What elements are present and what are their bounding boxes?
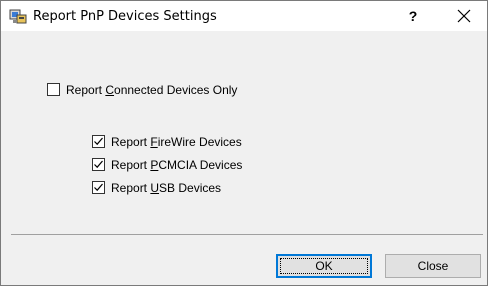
checkbox-label: Report FireWire Devices bbox=[111, 135, 242, 149]
window-title: Report PnP Devices Settings bbox=[33, 9, 217, 24]
checkbox-box[interactable] bbox=[47, 83, 60, 96]
ok-button[interactable]: OK bbox=[276, 254, 372, 278]
checkbox-label: Report USB Devices bbox=[111, 181, 222, 195]
close-button[interactable]: Close bbox=[385, 254, 481, 278]
close-icon bbox=[457, 9, 471, 23]
checkbox-box[interactable] bbox=[92, 181, 105, 194]
checkbox-box[interactable] bbox=[92, 158, 105, 171]
close-window-button[interactable] bbox=[441, 1, 487, 31]
checkbox-label: Report PCMCIA Devices bbox=[111, 158, 243, 172]
checkbox-box[interactable] bbox=[92, 135, 105, 148]
checkbox-label: Report Connected Devices Only bbox=[66, 83, 238, 97]
close-button-label: Close bbox=[417, 259, 449, 273]
settings-dialog: Report PnP Devices Settings ? Report Con… bbox=[0, 0, 488, 286]
checkmark-icon bbox=[94, 160, 103, 169]
title-bar[interactable]: Report PnP Devices Settings ? bbox=[1, 1, 487, 31]
checkmark-icon bbox=[94, 183, 103, 192]
help-button[interactable]: ? bbox=[390, 1, 436, 31]
pnp-devices-app-icon bbox=[9, 9, 27, 24]
focus-indicator bbox=[280, 258, 368, 274]
checkmark-icon bbox=[94, 137, 103, 146]
separator-line bbox=[11, 234, 483, 235]
